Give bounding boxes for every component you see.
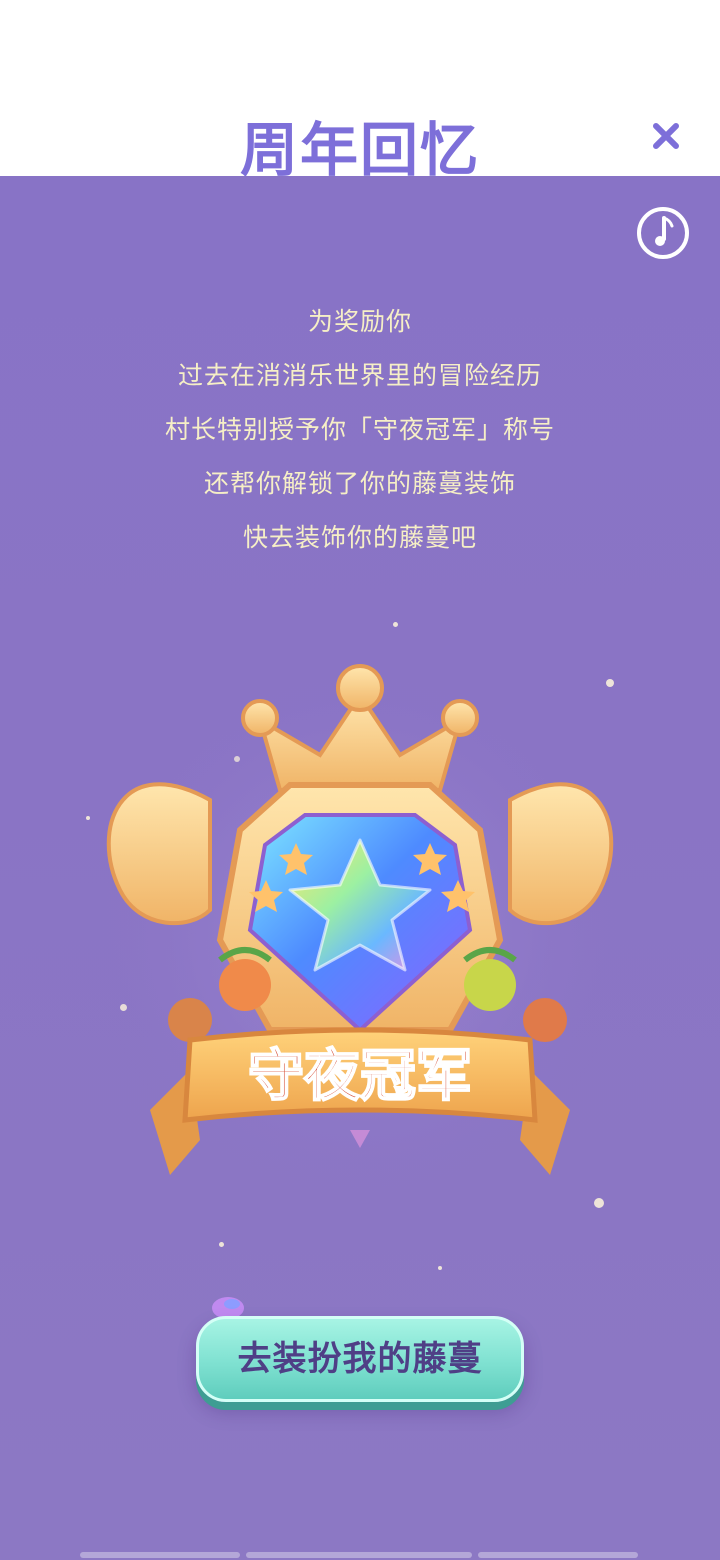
badge-banner-text: 守夜冠军 bbox=[248, 1044, 472, 1109]
story-line: 为奖励你 bbox=[307, 307, 412, 336]
night-watch-champion-badge: 守夜冠军 bbox=[90, 660, 630, 1200]
decorate-vine-button[interactable]: 去装扮我的藤蔓 bbox=[196, 1316, 524, 1402]
story-line: 还帮你解锁了你的藤蔓装饰 bbox=[203, 469, 516, 498]
story-line: 快去装饰你的藤蔓吧 bbox=[242, 523, 477, 552]
bottom-indicator bbox=[478, 1552, 638, 1558]
fruit-icon bbox=[219, 959, 271, 1011]
decorate-vine-button-label: 去装扮我的藤蔓 bbox=[237, 1339, 483, 1379]
story-line: 村长特别授予你「守夜冠军」称号 bbox=[164, 415, 555, 444]
close-icon[interactable] bbox=[648, 118, 684, 154]
bottom-indicator bbox=[246, 1552, 472, 1558]
fruit-icon bbox=[464, 959, 516, 1011]
fruit-icon bbox=[168, 998, 212, 1042]
page-title: 周年回忆 bbox=[239, 116, 480, 184]
sparkle bbox=[219, 1242, 224, 1247]
bottom-indicator bbox=[80, 1552, 240, 1558]
story-text: 为奖励你 过去在消消乐世界里的冒险经历 村长特别授予你「守夜冠军」称号 还帮你解… bbox=[0, 300, 720, 570]
header-bar: 周年回忆 bbox=[0, 0, 720, 184]
music-toggle-icon[interactable] bbox=[636, 206, 690, 260]
sparkle bbox=[438, 1266, 442, 1270]
fruit-icon bbox=[523, 998, 567, 1042]
story-line: 过去在消消乐世界里的冒险经历 bbox=[177, 361, 542, 390]
